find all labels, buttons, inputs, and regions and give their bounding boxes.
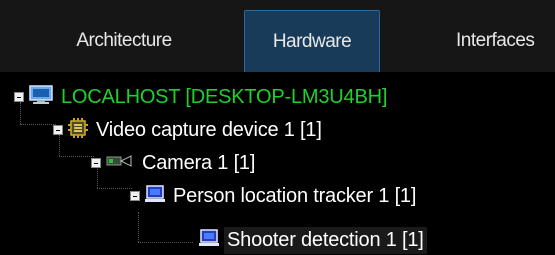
hardware-tree: LOCALHOST [DESKTOP-LM3U4BH] Video captur… bbox=[0, 72, 555, 254]
collapse-toggle[interactable] bbox=[14, 92, 24, 102]
tab-interfaces[interactable]: Interfaces bbox=[440, 10, 555, 72]
tab-hardware[interactable]: Hardware bbox=[244, 10, 380, 72]
tree-node-camera[interactable]: Camera 1 [1] bbox=[91, 148, 258, 178]
monitor-icon bbox=[144, 184, 166, 209]
collapse-toggle[interactable] bbox=[53, 125, 63, 135]
collapse-toggle[interactable] bbox=[91, 158, 101, 168]
tree-label-camera: Camera 1 [1] bbox=[142, 151, 256, 174]
tree-label-video-capture-device: Video capture device 1 [1] bbox=[96, 118, 322, 141]
collapse-toggle[interactable] bbox=[130, 191, 140, 201]
tab-bar: Architecture Hardware Interfaces bbox=[0, 0, 555, 72]
tree-node-localhost[interactable]: LOCALHOST [DESKTOP-LM3U4BH] bbox=[14, 82, 390, 112]
tree-node-shooter-detection[interactable]: Shooter detection 1 [1] bbox=[194, 225, 427, 255]
tree-node-video-capture-device[interactable]: Video capture device 1 [1] bbox=[53, 115, 325, 145]
tree-connector bbox=[97, 188, 132, 189]
monitor-icon bbox=[198, 228, 220, 253]
chip-icon bbox=[67, 117, 89, 144]
tree-connector bbox=[138, 242, 193, 243]
tree-label-shooter-detection: Shooter detection 1 [1] bbox=[224, 226, 427, 254]
tree-connector bbox=[138, 212, 139, 242]
tree-label-person-location-tracker: Person location tracker 1 [1] bbox=[173, 184, 417, 207]
tree-connector bbox=[20, 124, 56, 125]
tree-label-localhost: LOCALHOST [DESKTOP-LM3U4BH] bbox=[61, 85, 388, 108]
tab-architecture[interactable]: Architecture bbox=[34, 10, 214, 72]
tree-connector bbox=[59, 156, 94, 157]
camera-icon bbox=[105, 152, 135, 175]
computer-icon bbox=[28, 84, 54, 110]
tree-node-person-location-tracker[interactable]: Person location tracker 1 [1] bbox=[130, 181, 419, 211]
